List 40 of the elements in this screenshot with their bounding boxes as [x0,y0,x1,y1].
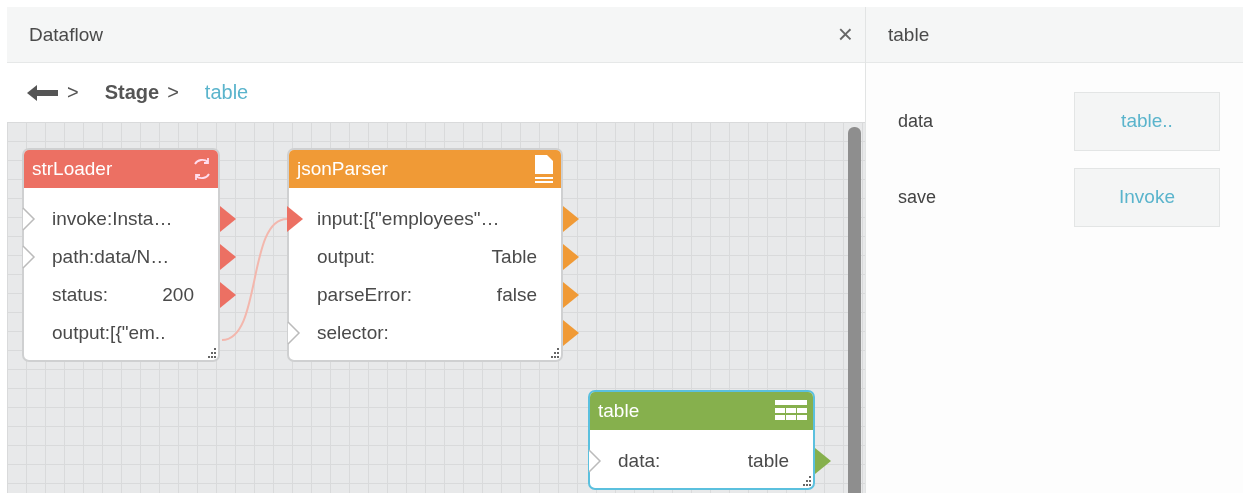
port-value: false [496,284,537,306]
node-card[interactable]: jsonParser input:[{"employees"… output: Table parseError: false selector: [287,148,563,362]
close-button[interactable]: × [833,19,857,50]
property-label: data [898,110,934,132]
port-label: input:[{"employees"… [317,208,500,230]
breadcrumb-item[interactable]: Stage [104,81,160,104]
document-icon [533,154,555,184]
back-arrow-icon[interactable] [27,83,59,102]
node-title: jsonParser [297,158,388,180]
port-label: output:[{"em.. [52,322,166,344]
port-value: Table [491,246,537,268]
input-port-icon[interactable] [287,206,303,232]
port-value: table [747,450,789,472]
refresh-icon [192,156,212,182]
breadcrumb-separator: > [67,81,79,104]
resize-grip-icon[interactable] [206,348,216,358]
node-title: table [598,400,640,422]
port-label: parseError: [317,284,413,306]
resize-grip-icon[interactable] [801,476,811,486]
input-port-icon[interactable] [22,207,36,231]
breadcrumb-separator: > [167,81,179,104]
property-label: save [898,186,937,208]
port-label: data: [618,450,661,472]
table-grid-icon [775,400,807,422]
input-port-icon[interactable] [287,321,301,345]
port-value: 200 [162,284,194,306]
input-port-icon[interactable] [588,449,602,473]
panel-title: table [888,23,930,46]
panel-title: Dataflow [29,23,103,46]
port-label: invoke:Insta… [52,208,173,230]
port-label: path:data/N… [52,246,170,268]
node-card[interactable]: strLoader invoke:Insta… path:data/N… status: 200 output:[{"em.. [22,148,220,362]
port-label: output: [317,246,376,268]
input-port-icon[interactable] [22,245,36,269]
node-title: strLoader [32,158,113,180]
scrollbar[interactable] [848,127,861,493]
node-card[interactable]: table data: table [588,390,815,490]
port-label: selector: [317,322,389,344]
resize-grip-icon[interactable] [549,348,559,358]
port-label: status: [52,284,108,306]
